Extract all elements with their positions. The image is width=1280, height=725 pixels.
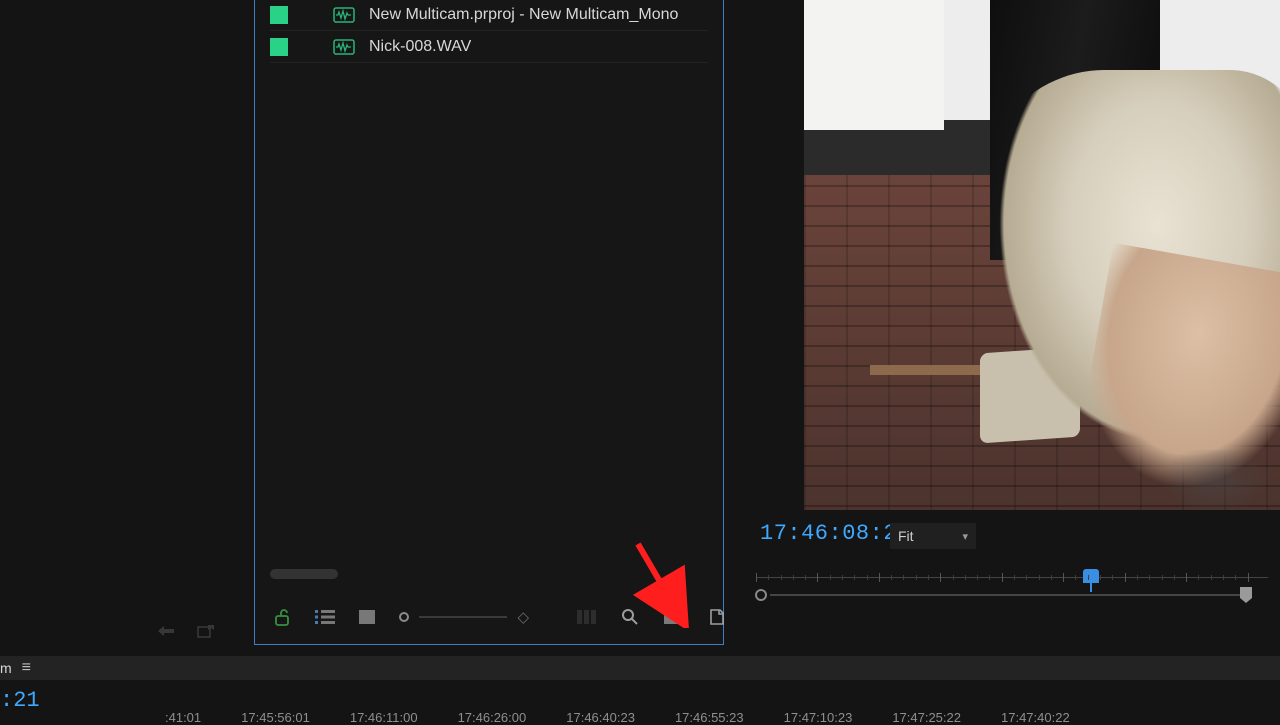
- label-color-chip[interactable]: [270, 38, 288, 56]
- sequence-tab-bar: m ≡: [0, 656, 1280, 680]
- timeline-ruler[interactable]: :41:01 17:45:56:01 17:46:11:00 17:46:26:00 1…: [165, 710, 1280, 725]
- program-monitor[interactable]: [804, 0, 1280, 510]
- program-timecode[interactable]: 17:46:08:21: [760, 521, 911, 546]
- thumbnail-size-slider[interactable]: ◇: [399, 608, 529, 626]
- out-marker-icon[interactable]: [1238, 586, 1254, 604]
- find-icon[interactable]: [621, 606, 639, 628]
- timeline-playhead-timecode[interactable]: :21: [0, 688, 40, 713]
- clip-name: Nick-008.WAV: [369, 38, 471, 56]
- timeline-tick-label: :41:01: [165, 710, 201, 725]
- overwrite-button-icon[interactable]: [195, 620, 217, 642]
- label-color-chip[interactable]: [270, 6, 288, 24]
- project-row[interactable]: Nick-008.WAV: [270, 31, 708, 63]
- new-item-icon[interactable]: [707, 606, 725, 628]
- program-mini-timeline[interactable]: [756, 563, 1268, 597]
- sequence-tab[interactable]: m ≡: [0, 659, 41, 677]
- project-horizontal-scrollbar[interactable]: [270, 569, 338, 579]
- timeline-tick-label: 17:47:40:22: [1001, 710, 1070, 725]
- timeline-tick-label: 17:46:40:23: [566, 710, 635, 725]
- scrub-start-icon[interactable]: [755, 589, 767, 601]
- slider-thumb-icon[interactable]: [399, 612, 409, 622]
- new-bin-icon[interactable]: [663, 606, 683, 628]
- chevron-down-icon: ▾: [962, 530, 968, 543]
- zoom-level-select[interactable]: Fit ▾: [890, 523, 976, 549]
- panel-menu-icon[interactable]: ≡: [22, 659, 31, 677]
- sequence-tab-label: m: [0, 660, 12, 676]
- audio-clip-icon: [333, 6, 355, 24]
- zoom-level-label: Fit: [898, 528, 914, 544]
- icon-view-icon[interactable]: [359, 606, 375, 628]
- timeline-tick-label: 17:47:25:22: [892, 710, 961, 725]
- timeline-tick-label: 17:46:11:00: [350, 710, 418, 725]
- source-insert-controls: [155, 620, 217, 642]
- timeline-tick-label: 17:45:56:01: [241, 710, 310, 725]
- mini-playhead[interactable]: [1083, 569, 1099, 592]
- program-monitor-controls: 17:46:08:21 Fit ▾: [756, 515, 1280, 595]
- project-panel-toolbar: ◇: [255, 590, 723, 644]
- timeline-tick-label: 17:46:55:23: [675, 710, 744, 725]
- list-view-icon[interactable]: [315, 606, 335, 628]
- project-row[interactable]: New Multicam.prproj - New Multicam_Mono: [270, 0, 708, 31]
- project-bin-list[interactable]: P37_NE_3001_3001_T004.MOV New Multicam.p…: [270, 0, 708, 573]
- audio-clip-icon: [333, 38, 355, 56]
- slider-max-icon: ◇: [517, 608, 529, 626]
- insert-button-icon[interactable]: [155, 620, 177, 642]
- sort-icons-icon[interactable]: [577, 606, 597, 628]
- clip-name: New Multicam.prproj - New Multicam_Mono: [369, 6, 678, 24]
- timeline-tick-label: 17:46:26:00: [458, 710, 527, 725]
- project-writable-icon[interactable]: [273, 606, 291, 628]
- timeline-tick-label: 17:47:10:23: [784, 710, 853, 725]
- project-panel: P37_NE_3001_3001_T004.MOV New Multicam.p…: [254, 0, 724, 645]
